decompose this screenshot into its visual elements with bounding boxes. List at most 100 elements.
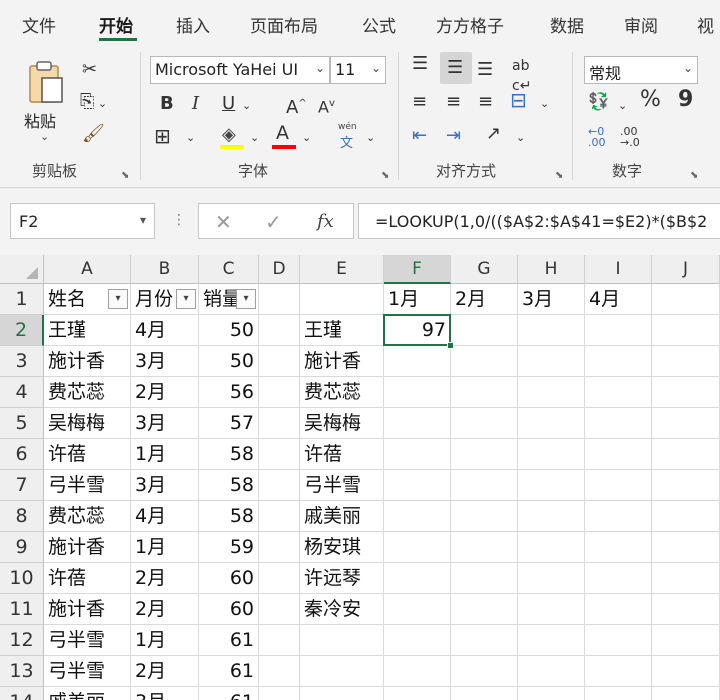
- phonetic-button[interactable]: wén 文: [336, 122, 364, 152]
- cell-sales[interactable]: 60: [199, 563, 259, 594]
- cell[interactable]: [518, 346, 585, 377]
- fill-color-button[interactable]: ◈: [220, 124, 246, 150]
- row-header-14[interactable]: 14: [0, 687, 44, 700]
- align-middle-icon[interactable]: ☰: [447, 58, 463, 78]
- cell[interactable]: [518, 656, 585, 687]
- cell-month[interactable]: 2月: [131, 563, 199, 594]
- cell-month[interactable]: 2月: [131, 377, 199, 408]
- cell-sales[interactable]: 50: [199, 315, 259, 346]
- enter-formula-button[interactable]: ✓: [265, 210, 282, 234]
- cell[interactable]: [652, 315, 720, 346]
- row-header-4[interactable]: 4: [0, 377, 44, 408]
- cell-month[interactable]: 2月: [131, 656, 199, 687]
- column-header-g[interactable]: G: [451, 255, 518, 284]
- cell[interactable]: [585, 625, 652, 656]
- column-header-c[interactable]: C: [199, 255, 259, 284]
- cell-sales[interactable]: 58: [199, 501, 259, 532]
- cell[interactable]: [259, 563, 300, 594]
- cell[interactable]: [259, 656, 300, 687]
- tab-fangfang[interactable]: 方方格子: [436, 12, 504, 37]
- cell[interactable]: [518, 470, 585, 501]
- row-header-13[interactable]: 13: [0, 656, 44, 687]
- cell-name[interactable]: 吴梅梅: [44, 408, 131, 439]
- cell-name[interactable]: 弓半雪: [44, 656, 131, 687]
- increase-indent-icon[interactable]: ⇥: [446, 126, 461, 146]
- cell-name[interactable]: 施计香: [44, 346, 131, 377]
- cell[interactable]: [518, 594, 585, 625]
- cell[interactable]: [652, 532, 720, 563]
- header-cell-i[interactable]: 4月: [585, 284, 652, 315]
- cell-month[interactable]: 3月: [131, 408, 199, 439]
- cell[interactable]: [585, 532, 652, 563]
- cell-sales[interactable]: 61: [199, 656, 259, 687]
- row-header-11[interactable]: 11: [0, 594, 44, 625]
- chevron-down-icon[interactable]: ▾: [140, 213, 146, 227]
- chevron-down-icon[interactable]: ⌄: [302, 128, 311, 148]
- cell[interactable]: [585, 346, 652, 377]
- cell-month[interactable]: 1月: [131, 625, 199, 656]
- cell-lookup-name[interactable]: 吴梅梅: [300, 408, 384, 439]
- copy-icon[interactable]: ⎘ ⌄: [80, 92, 107, 114]
- cell-month[interactable]: 4月: [131, 315, 199, 346]
- underline-button[interactable]: U: [222, 94, 235, 114]
- cell-lookup-name[interactable]: 许远琴: [300, 563, 384, 594]
- cell-lookup-name[interactable]: 施计香: [300, 346, 384, 377]
- row-header-3[interactable]: 3: [0, 346, 44, 377]
- border-icon[interactable]: ⊞: [154, 126, 171, 146]
- formula-input[interactable]: =LOOKUP(1,0/(($A$2:$A$41=$E2)*($B$2: [358, 203, 720, 239]
- cell[interactable]: [384, 346, 451, 377]
- comma-style-button[interactable]: 9: [678, 89, 693, 111]
- cell[interactable]: [652, 408, 720, 439]
- cell[interactable]: [384, 439, 451, 470]
- cell[interactable]: [451, 594, 518, 625]
- header-cell-f[interactable]: 1月: [384, 284, 451, 315]
- cell[interactable]: [259, 377, 300, 408]
- cell[interactable]: [451, 563, 518, 594]
- cell-sales[interactable]: 58: [199, 439, 259, 470]
- spreadsheet-grid[interactable]: ABCDEFGHIJ1234567891011121314姓名月份销量1月2月3…: [0, 255, 720, 700]
- filter-dropdown-icon[interactable]: ▾: [176, 289, 196, 309]
- cell-sales[interactable]: 61: [199, 625, 259, 656]
- cell[interactable]: [259, 315, 300, 346]
- insert-function-button[interactable]: fx: [317, 211, 334, 232]
- cell[interactable]: [451, 687, 518, 700]
- align-top-icon[interactable]: ☰: [412, 54, 428, 74]
- cell[interactable]: [652, 687, 720, 700]
- cell[interactable]: [384, 625, 451, 656]
- cell[interactable]: [300, 284, 384, 315]
- cell-sales[interactable]: 60: [199, 594, 259, 625]
- cell[interactable]: [585, 377, 652, 408]
- cell[interactable]: [518, 532, 585, 563]
- cell[interactable]: [259, 687, 300, 700]
- cell[interactable]: [384, 656, 451, 687]
- cell-month[interactable]: 1月: [131, 439, 199, 470]
- decrease-decimal-icon[interactable]: .00 →.0: [620, 126, 640, 148]
- cell[interactable]: [259, 594, 300, 625]
- row-header-12[interactable]: 12: [0, 625, 44, 656]
- align-bottom-icon[interactable]: ☰: [477, 60, 493, 80]
- header-cell-h[interactable]: 3月: [518, 284, 585, 315]
- column-header-f[interactable]: F: [384, 255, 451, 284]
- cell-lookup-name[interactable]: 杨安琪: [300, 532, 384, 563]
- cell[interactable]: [585, 315, 652, 346]
- cell[interactable]: [652, 377, 720, 408]
- row-header-8[interactable]: 8: [0, 501, 44, 532]
- cell-sales[interactable]: 61: [199, 687, 259, 700]
- cell[interactable]: [451, 470, 518, 501]
- tab-file[interactable]: 文件: [22, 12, 56, 37]
- bold-button[interactable]: B: [160, 94, 174, 114]
- cell-lookup-name[interactable]: 弓半雪: [300, 470, 384, 501]
- row-header-7[interactable]: 7: [0, 470, 44, 501]
- cell[interactable]: [652, 501, 720, 532]
- cell[interactable]: [384, 377, 451, 408]
- cell[interactable]: [518, 501, 585, 532]
- row-header-1[interactable]: 1: [0, 284, 44, 315]
- column-header-e[interactable]: E: [300, 255, 384, 284]
- cancel-formula-button[interactable]: ✕: [215, 210, 232, 234]
- cell[interactable]: [451, 377, 518, 408]
- cell-name[interactable]: 王瑾: [44, 315, 131, 346]
- cell[interactable]: [652, 594, 720, 625]
- cell[interactable]: [518, 315, 585, 346]
- cell[interactable]: [300, 625, 384, 656]
- cell[interactable]: [384, 501, 451, 532]
